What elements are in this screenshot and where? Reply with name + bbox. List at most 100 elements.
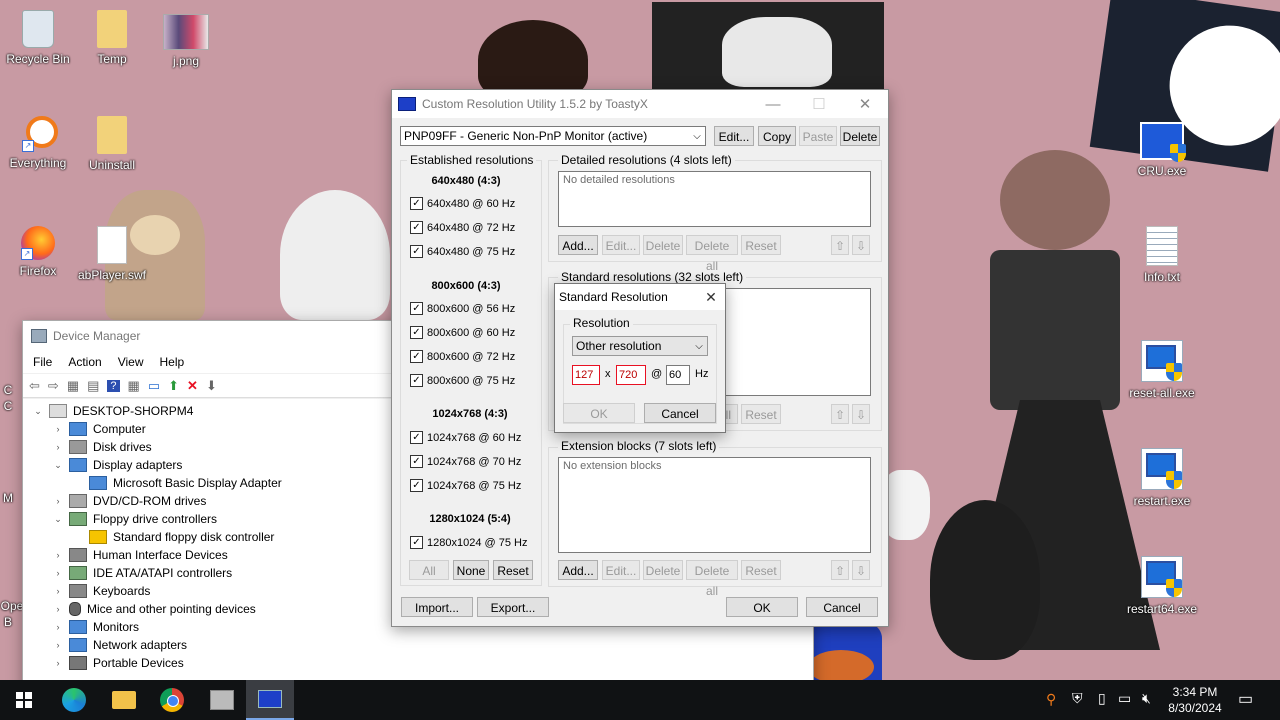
tree-node[interactable]: ⌄ Floppy drive controllers	[53, 512, 217, 526]
established-reset-button[interactable]: Reset	[493, 560, 533, 580]
show-hide-console-icon[interactable]: ▦	[67, 378, 79, 394]
resolution-type-select[interactable]: Other resolution ⌵	[572, 336, 708, 356]
cru-titlebar[interactable]: Custom Resolution Utility 1.5.2 by Toast…	[392, 90, 888, 118]
chevron-right-icon[interactable]: ›	[53, 640, 63, 650]
uninstall-device-icon[interactable]: ✕	[187, 378, 198, 394]
height-input[interactable]: 720	[616, 365, 646, 385]
scan-hardware-icon[interactable]: ▭	[148, 378, 160, 394]
chevron-right-icon[interactable]: ›	[53, 568, 63, 578]
extension-add-button[interactable]: Add...	[558, 560, 598, 580]
tree-node[interactable]: › IDE ATA/ATAPI controllers	[53, 566, 232, 580]
maximize-button[interactable]: ☐	[796, 95, 842, 113]
desktop-icon-recycle-bin[interactable]: Recycle Bin	[0, 10, 76, 66]
extension-delete-button[interactable]: Delete	[643, 560, 683, 580]
notifications-icon[interactable]: ▭	[1238, 689, 1253, 709]
start-button[interactable]	[0, 680, 48, 720]
desktop-icon-firefox[interactable]: ↗ Firefox	[0, 226, 76, 278]
taskbar-file-explorer[interactable]	[100, 680, 148, 720]
tree-node[interactable]: Standard floppy disk controller	[89, 530, 274, 544]
move-up-arrow-icon[interactable]: ⇧	[831, 235, 849, 255]
desktop-icon-info-txt[interactable]: Info.txt	[1124, 226, 1200, 284]
extension-reset-button[interactable]: Reset	[741, 560, 781, 580]
paste-button[interactable]: Paste	[799, 126, 837, 146]
chevron-right-icon[interactable]: ›	[53, 550, 63, 560]
established-all-button[interactable]: All	[409, 560, 449, 580]
move-down-arrow-icon[interactable]: ⇩	[852, 560, 870, 580]
move-down-arrow-icon[interactable]: ⇩	[852, 404, 870, 424]
monitor-select[interactable]: PNP09FF - Generic Non-PnP Monitor (activ…	[400, 126, 706, 146]
clock[interactable]: 3:34 PM 8/30/2024	[1165, 684, 1225, 716]
tree-node[interactable]: › Human Interface Devices	[53, 548, 228, 562]
detailed-delete-button[interactable]: Delete	[643, 235, 683, 255]
resolution-checkbox[interactable]: ✓ 1024x768 @ 75 Hz	[410, 479, 521, 492]
resolution-checkbox[interactable]: ✓ 800x600 @ 72 Hz	[410, 350, 515, 363]
detailed-resolutions-list[interactable]: No detailed resolutions	[558, 171, 871, 227]
ok-button[interactable]: OK	[726, 597, 798, 617]
resolution-checkbox[interactable]: ✓ 640x480 @ 60 Hz	[410, 197, 515, 210]
resolution-checkbox[interactable]: ✓ 800x600 @ 60 Hz	[410, 326, 515, 339]
resolution-checkbox[interactable]: ✓ 1280x1024 @ 75 Hz	[410, 536, 527, 549]
detailed-add-button[interactable]: Add...	[558, 235, 598, 255]
chevron-down-icon[interactable]: ⌄	[53, 514, 63, 525]
back-arrow-icon[interactable]: ⇦	[29, 378, 40, 394]
tree-node[interactable]: › Portable Devices	[53, 656, 184, 670]
tree-node[interactable]: ⌄ DESKTOP-SHORPM4	[33, 404, 193, 418]
security-shield-icon[interactable]: ⛨	[1072, 690, 1083, 707]
width-input[interactable]: 127	[572, 365, 600, 385]
grid-view-icon[interactable]: ▦	[128, 378, 140, 394]
forward-arrow-icon[interactable]: ⇨	[48, 378, 59, 394]
tree-node[interactable]: › Mice and other pointing devices	[53, 602, 256, 616]
resolution-checkbox[interactable]: ✓ 640x480 @ 75 Hz	[410, 245, 515, 258]
desktop-icon-reset-all[interactable]: reset-all.exe	[1124, 340, 1200, 400]
taskbar-device-manager[interactable]	[198, 680, 246, 720]
chevron-right-icon[interactable]: ›	[53, 442, 63, 452]
dialog-ok-button[interactable]: OK	[563, 403, 635, 423]
network-icon[interactable]: ▭	[1118, 690, 1131, 707]
extension-delete-all-button[interactable]: Delete all	[686, 560, 738, 598]
cancel-button[interactable]: Cancel	[806, 597, 878, 617]
resolution-checkbox[interactable]: ✓ 1024x768 @ 70 Hz	[410, 455, 521, 468]
minimize-button[interactable]: —	[750, 96, 796, 113]
desktop-icon-everything[interactable]: ↗ Everything	[0, 116, 76, 170]
properties-icon[interactable]: ▤	[87, 378, 99, 394]
close-button[interactable]: ✕	[842, 95, 888, 113]
menu-help[interactable]: Help	[160, 355, 185, 369]
usb-device-icon[interactable]: ▯	[1098, 690, 1106, 707]
taskbar-cru[interactable]	[246, 680, 294, 720]
detailed-edit-button[interactable]: Edit...	[602, 235, 640, 255]
refresh-rate-input[interactable]: 60	[666, 365, 690, 385]
import-button[interactable]: Import...	[401, 597, 473, 617]
chevron-right-icon[interactable]: ›	[53, 658, 63, 668]
chevron-right-icon[interactable]: ›	[53, 586, 63, 596]
dialog-cancel-button[interactable]: Cancel	[644, 403, 716, 423]
menu-file[interactable]: File	[33, 355, 52, 369]
resolution-checkbox[interactable]: ✓ 800x600 @ 75 Hz	[410, 374, 515, 387]
chevron-right-icon[interactable]: ›	[53, 604, 63, 614]
menu-view[interactable]: View	[118, 355, 144, 369]
desktop-icon-temp[interactable]: Temp	[74, 10, 150, 66]
desktop-icon-restart64[interactable]: restart64.exe	[1124, 556, 1200, 616]
move-up-arrow-icon[interactable]: ⇧	[831, 560, 849, 580]
chevron-right-icon[interactable]: ›	[53, 622, 63, 632]
edit-monitor-button[interactable]: Edit...	[714, 126, 754, 146]
desktop-icon-j-png[interactable]: j.png	[148, 14, 224, 68]
resolution-checkbox[interactable]: ✓ 1024x768 @ 60 Hz	[410, 431, 521, 444]
extension-blocks-list[interactable]: No extension blocks	[558, 457, 871, 553]
export-button[interactable]: Export...	[477, 597, 549, 617]
move-up-arrow-icon[interactable]: ⇧	[831, 404, 849, 424]
help-icon[interactable]: ?	[107, 379, 120, 392]
everything-tray-icon[interactable]: ⚲	[1046, 691, 1056, 708]
resolution-checkbox[interactable]: ✓ 800x600 @ 56 Hz	[410, 302, 515, 315]
tree-node[interactable]: › DVD/CD-ROM drives	[53, 494, 206, 508]
desktop-icon-abplayer[interactable]: abPlayer.swf	[74, 226, 150, 282]
chevron-right-icon[interactable]: ›	[53, 496, 63, 506]
desktop-icon-restart[interactable]: restart.exe	[1124, 448, 1200, 508]
resolution-checkbox[interactable]: ✓ 640x480 @ 72 Hz	[410, 221, 515, 234]
chevron-down-icon[interactable]: ⌄	[53, 460, 63, 471]
dialog-titlebar[interactable]: Standard Resolution ✕	[555, 284, 725, 310]
established-none-button[interactable]: None	[453, 560, 489, 580]
disable-device-icon[interactable]: ⬇	[206, 378, 217, 394]
update-driver-icon[interactable]: ⬆	[168, 378, 179, 394]
tree-node[interactable]: Microsoft Basic Display Adapter	[89, 476, 282, 490]
detailed-delete-all-button[interactable]: Delete all	[686, 235, 738, 273]
